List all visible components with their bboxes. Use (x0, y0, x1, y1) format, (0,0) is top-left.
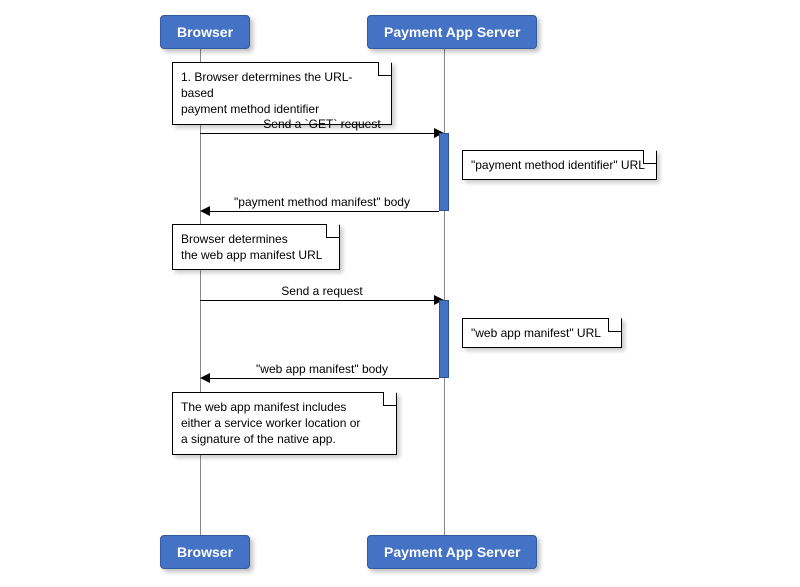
note-pm-id-url: "payment method identifier" URL (462, 150, 657, 180)
note-fold-icon (383, 392, 397, 406)
note-wam-includes: The web app manifest includes either a s… (172, 392, 397, 455)
msg-get-request (200, 133, 436, 134)
arrow-icon (200, 373, 210, 383)
msg-pm-manifest (209, 211, 439, 212)
note-fold-icon (378, 62, 392, 76)
participant-browser-top: Browser (160, 15, 250, 49)
note-text: "payment method identifier" URL (471, 158, 645, 172)
participant-label: Browser (177, 544, 233, 560)
msg-label-pm-manifest: "payment method manifest" body (200, 195, 444, 209)
note-determine-wam-url: Browser determines the web app manifest … (172, 224, 340, 270)
participant-label: Payment App Server (384, 24, 520, 40)
msg-label-send-req: Send a request (200, 284, 444, 298)
participant-browser-bottom: Browser (160, 535, 250, 569)
participant-server-top: Payment App Server (367, 15, 537, 49)
note-fold-icon (643, 150, 657, 164)
arrow-icon (200, 206, 210, 216)
participant-label: Browser (177, 24, 233, 40)
participant-server-bottom: Payment App Server (367, 535, 537, 569)
msg-wam-body (209, 378, 439, 379)
sequence-diagram: Browser Payment App Server 1. Browser de… (0, 0, 800, 587)
note-wam-url: "web app manifest" URL (462, 318, 622, 348)
note-text: The web app manifest includes either a s… (181, 400, 360, 446)
note-text: "web app manifest" URL (471, 326, 601, 340)
note-determine-pm-id: 1. Browser determines the URL-based paym… (172, 62, 392, 125)
note-fold-icon (608, 318, 622, 332)
lifeline-server (444, 45, 445, 535)
note-text: 1. Browser determines the URL-based paym… (181, 70, 352, 116)
participant-label: Payment App Server (384, 544, 520, 560)
note-fold-icon (326, 224, 340, 238)
msg-send-request (200, 300, 436, 301)
msg-label-wam-body: "web app manifest" body (200, 362, 444, 376)
note-text: Browser determines the web app manifest … (181, 232, 322, 262)
msg-label-get: Send a `GET` request (200, 117, 444, 131)
